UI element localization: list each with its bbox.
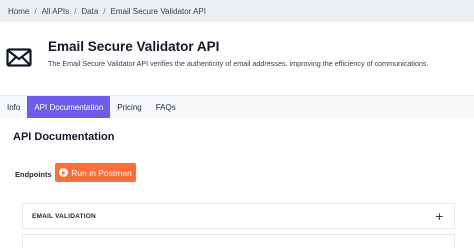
tab-faqs[interactable]: FAQs xyxy=(149,96,183,119)
api-title: Email Secure Validator API xyxy=(48,39,220,54)
breadcrumb-separator: / xyxy=(74,6,77,16)
tab-info[interactable]: Info xyxy=(0,96,27,119)
tab-bar: Info API Documentation Pricing FAQs xyxy=(0,95,474,119)
endpoints-label: Endpoints xyxy=(15,170,52,179)
breadcrumb-separator: / xyxy=(103,6,106,16)
breadcrumb: Home / All APIs / Data / Email Secure Va… xyxy=(0,0,474,22)
tab-pricing[interactable]: Pricing xyxy=(110,96,148,119)
plus-icon[interactable]: + xyxy=(435,211,444,222)
breadcrumb-current: Email Secure Validator API xyxy=(110,6,206,16)
api-header: Email Secure Validator API The Email Sec… xyxy=(0,22,474,95)
breadcrumb-separator: / xyxy=(34,6,37,16)
breadcrumb-data[interactable]: Data xyxy=(81,7,98,16)
breadcrumb-all-apis[interactable]: All APIs xyxy=(42,7,70,16)
accordion-email-validation[interactable]: EMAIL VALIDATION + xyxy=(22,203,455,229)
tab-api-documentation[interactable]: API Documentation xyxy=(27,96,111,119)
accordion-next-edge xyxy=(22,234,455,248)
run-in-postman-label: Run in Postman xyxy=(71,167,132,178)
documentation-panel: API Documentation Endpoints Run in Postm… xyxy=(0,118,474,248)
breadcrumb-home[interactable]: Home xyxy=(8,7,29,16)
run-in-postman-button[interactable]: Run in Postman xyxy=(55,163,136,182)
envelope-icon xyxy=(6,48,32,67)
documentation-title: API Documentation xyxy=(13,131,115,143)
api-description: The Email Secure Validator API verifies … xyxy=(48,59,429,68)
accordion-title: EMAIL VALIDATION xyxy=(32,212,96,220)
play-icon xyxy=(59,168,69,177)
